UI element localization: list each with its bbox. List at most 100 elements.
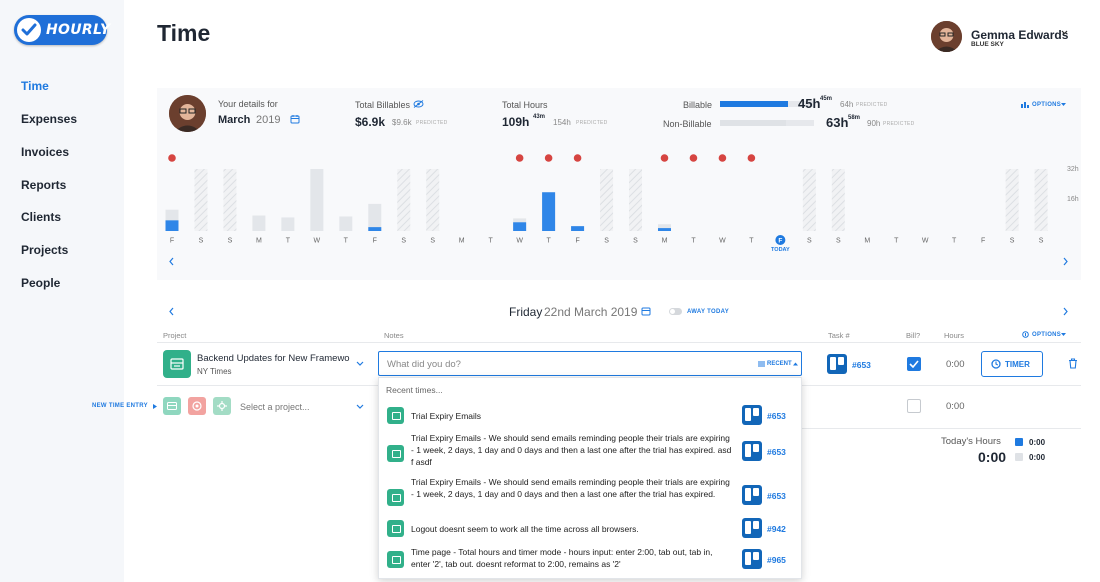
nonbillable-bar — [252, 215, 266, 231]
away-toggle[interactable] — [669, 308, 682, 315]
summary-year[interactable]: 2019 — [256, 114, 280, 126]
billable-minutes: 45m — [820, 96, 833, 102]
todays-nonbillable-hours: 0:00 — [1029, 453, 1046, 462]
other-type-icon[interactable] — [213, 397, 231, 415]
recent-button[interactable]: RECENT — [767, 361, 792, 367]
divider — [157, 342, 1081, 343]
project-select-chevron-icon[interactable] — [356, 361, 364, 366]
recent-item[interactable]: Trial Expiry Emails - We should send ema… — [379, 432, 801, 472]
clock-icon — [991, 359, 1001, 369]
hours-predicted: 154h — [553, 118, 571, 127]
weekend-bar — [223, 169, 237, 231]
summary-month[interactable]: March — [218, 114, 250, 126]
nonbillable-fill — [720, 120, 786, 126]
day-label: S — [430, 238, 435, 245]
chevron-down-icon[interactable] — [1061, 30, 1068, 35]
row-options-icon[interactable] — [1022, 331, 1029, 338]
missing-hours-dot — [689, 154, 698, 162]
bill-checkbox-checked[interactable] — [907, 357, 921, 371]
sidebar-item-reports[interactable]: Reports — [21, 178, 66, 192]
recent-item-text: Trial Expiry Emails - We should send ema… — [411, 433, 732, 467]
recent-item-text: Logout doesnt seem to work all the time … — [411, 524, 639, 534]
options-caret-icon[interactable] — [1061, 103, 1066, 107]
page-title: Time — [157, 20, 211, 46]
sidebar-item-clients[interactable]: Clients — [21, 210, 61, 224]
recent-item-task[interactable]: #965 — [767, 555, 786, 565]
eye-hidden-icon[interactable] — [413, 100, 424, 108]
total-hours-label: Total Hours — [502, 100, 548, 110]
sidebar-item-time[interactable]: Time — [21, 79, 49, 93]
new-entry-arrow-icon — [153, 404, 157, 409]
missing-hours-dot — [515, 154, 524, 162]
recent-item-task[interactable]: #942 — [767, 524, 786, 534]
day-label: F — [981, 238, 985, 245]
day-label: F — [778, 238, 782, 245]
recent-item-task[interactable]: #653 — [767, 447, 786, 457]
trash-icon[interactable] — [1068, 358, 1078, 369]
day-label: M — [459, 238, 465, 245]
day-label: S — [836, 238, 841, 245]
day-date[interactable]: 22nd March 2019 — [544, 305, 637, 319]
recent-caret-up-icon[interactable] — [793, 362, 798, 366]
row-options-caret-icon[interactable] — [1061, 333, 1066, 337]
day-label: T — [894, 238, 899, 245]
user-avatar[interactable] — [931, 21, 962, 52]
today-label: TODAY — [771, 247, 790, 253]
user-name[interactable]: Gemma Edwards — [971, 28, 1068, 42]
sidebar-item-expenses[interactable]: Expenses — [21, 112, 77, 126]
prev-day-icon[interactable] — [168, 307, 175, 316]
entry-hours[interactable]: 0:00 — [946, 359, 965, 370]
calendar-icon[interactable] — [290, 114, 300, 124]
notes-input[interactable]: What did you do? RECENT — [378, 351, 802, 376]
day-calendar-icon[interactable] — [641, 306, 651, 316]
new-entry-hours[interactable]: 0:00 — [946, 401, 965, 412]
todays-hours-value: 0:00 — [978, 449, 1007, 465]
billable-bar — [542, 192, 556, 231]
entry-project-name[interactable]: Backend Updates for New Framewo — [197, 353, 353, 364]
project-icon — [387, 489, 404, 506]
timer-label: TIMER — [1005, 360, 1030, 369]
chart-prev-icon[interactable] — [168, 257, 175, 266]
billable-bar — [513, 222, 527, 231]
chart-options-button[interactable]: OPTIONS — [1032, 102, 1061, 108]
recent-item-task[interactable]: #653 — [767, 411, 786, 421]
recent-item[interactable]: Time page - Total hours and timer mode -… — [379, 546, 801, 576]
row-options-button[interactable]: OPTIONS — [1032, 332, 1061, 338]
recent-item-task[interactable]: #653 — [767, 491, 786, 501]
day-label: T — [749, 238, 754, 245]
timer-button[interactable]: TIMER — [981, 351, 1043, 377]
billable-fill — [720, 101, 788, 107]
billable-bar — [368, 227, 382, 231]
select-project-input[interactable]: Select a project... — [240, 402, 310, 412]
away-today-label[interactable]: AWAY TODAY — [687, 309, 729, 315]
new-time-entry-label[interactable]: NEW TIME ENTRY — [92, 403, 148, 409]
day-label: S — [1010, 238, 1015, 245]
day-label: S — [1039, 238, 1044, 245]
support-type-icon[interactable] — [188, 397, 206, 415]
bill-checkbox[interactable] — [907, 399, 921, 413]
next-day-icon[interactable] — [1062, 307, 1069, 316]
day-label: F — [170, 238, 174, 245]
divider — [801, 428, 1081, 429]
user-organization: BLUE SKY — [971, 41, 1004, 48]
chart-next-icon[interactable] — [1062, 257, 1069, 266]
select-project-chevron-icon[interactable] — [356, 404, 364, 409]
trello-icon[interactable] — [827, 354, 847, 374]
sidebar-item-invoices[interactable]: Invoices — [21, 145, 69, 159]
project-icon — [387, 520, 404, 537]
entry-task-number[interactable]: #653 — [852, 360, 871, 370]
chart-options-icon[interactable] — [1021, 101, 1029, 108]
hourly-logo[interactable]: HOURLY — [14, 15, 110, 45]
column-task: Task # — [828, 331, 850, 340]
summary-avatar — [169, 95, 206, 132]
away-toggle-knob — [670, 309, 675, 314]
recent-item[interactable]: Trial Expiry Emails #653 — [379, 400, 801, 430]
sidebar-item-projects[interactable]: Projects — [21, 243, 68, 257]
sidebar-item-people[interactable]: People — [21, 276, 60, 290]
missing-hours-dot — [747, 154, 756, 162]
recent-item[interactable]: Trial Expiry Emails - We should send ema… — [379, 476, 801, 516]
project-type-icon[interactable] — [163, 397, 181, 415]
recent-item[interactable]: Logout doesnt seem to work all the time … — [379, 518, 801, 544]
trello-icon — [742, 518, 762, 538]
nonbillable-bar — [310, 169, 324, 231]
